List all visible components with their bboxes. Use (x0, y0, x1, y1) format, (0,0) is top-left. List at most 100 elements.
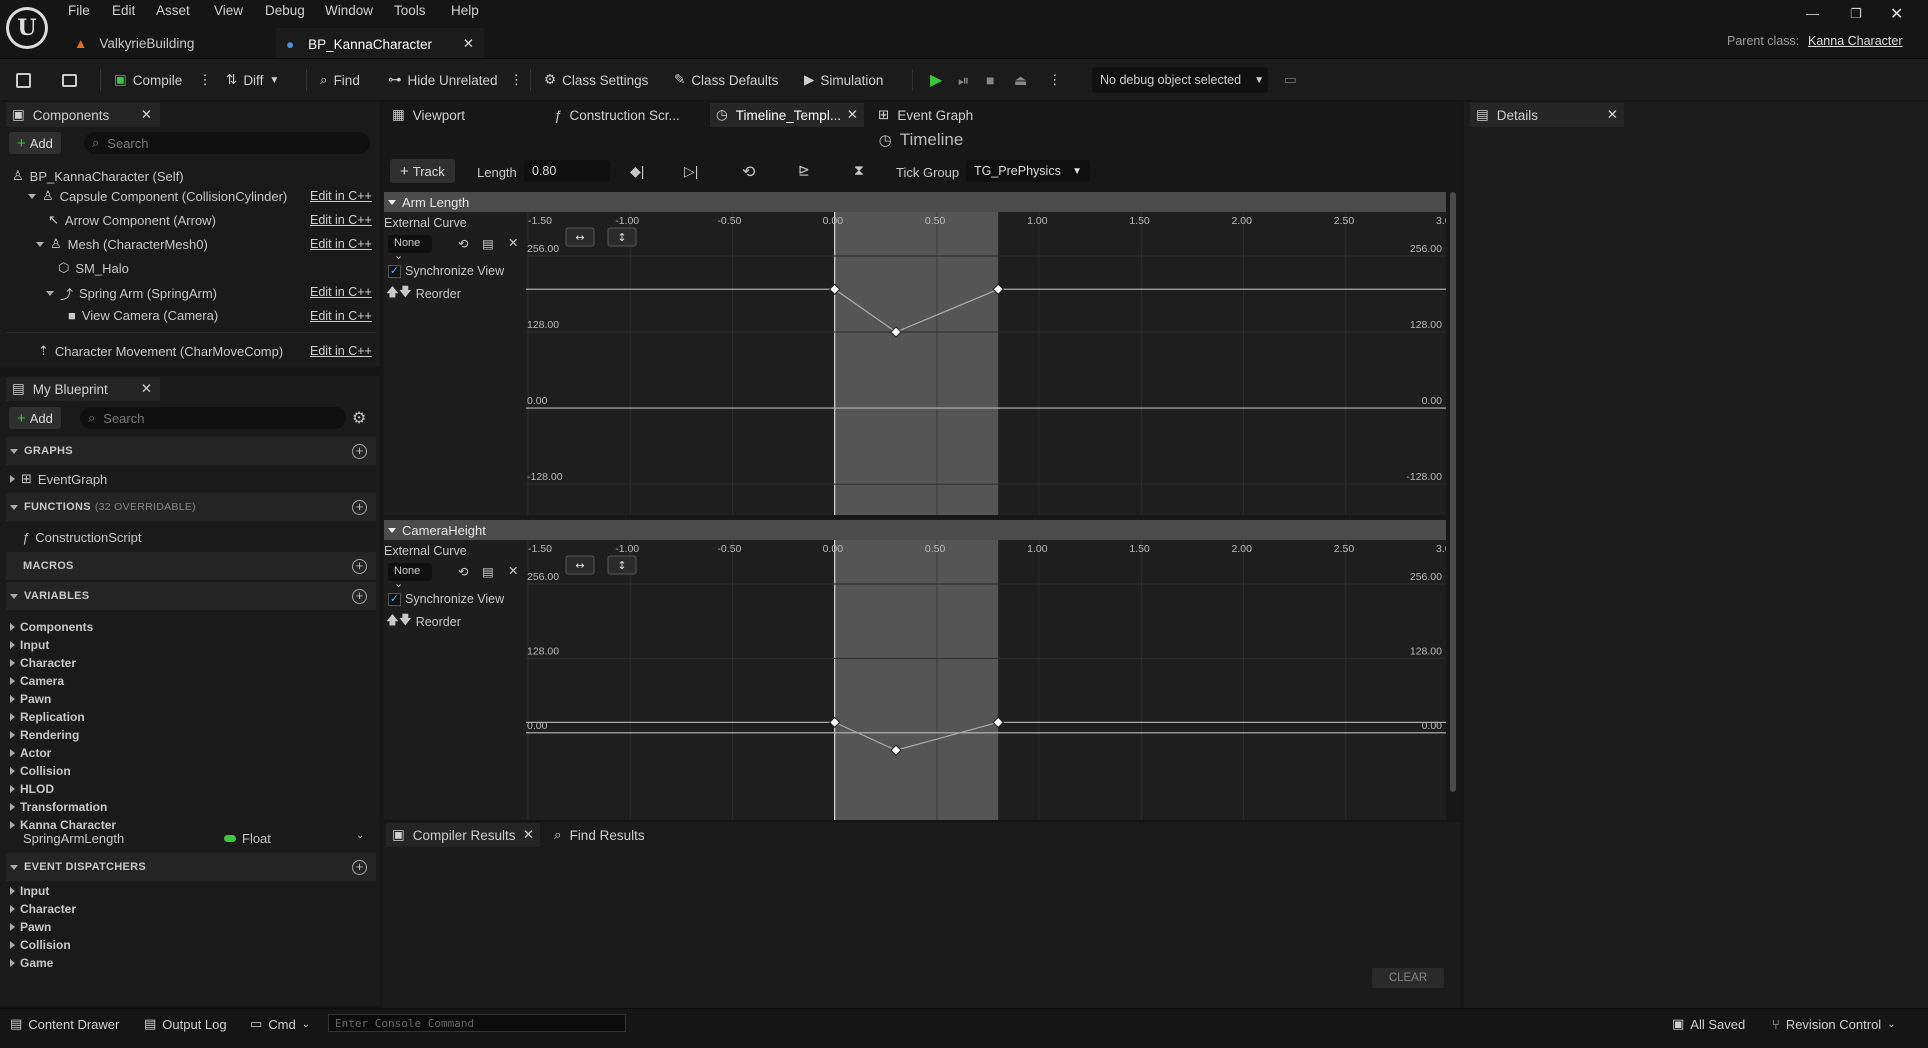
use-external-curve-icon[interactable]: ⟲ (458, 564, 468, 579)
minimize-button[interactable]: — (1806, 6, 1819, 21)
component-spring-arm[interactable]: ⤴ Spring Arm (SpringArm) (46, 284, 217, 303)
variable-category[interactable]: Replication (10, 710, 85, 724)
synchronize-view-checkbox[interactable]: ✓ Synchronize View (388, 592, 504, 606)
debug-object-dropdown[interactable]: No debug object selected ▼ (1092, 67, 1268, 93)
compile-button[interactable]: ▣ Compile ⋮ (110, 67, 216, 93)
component-sm-halo[interactable]: ⬡ SM_Halo (58, 260, 129, 276)
close-icon[interactable]: ✕ (523, 827, 534, 843)
dispatcher-category[interactable]: Character (10, 902, 76, 916)
variable-category[interactable]: Actor (10, 746, 51, 760)
more-icon[interactable]: ⋮ (510, 72, 524, 88)
length-input[interactable]: 0.80 (524, 160, 610, 182)
variable-category[interactable]: Components (10, 620, 93, 634)
dispatcher-category[interactable]: Collision (10, 938, 71, 952)
close-icon[interactable]: ✕ (141, 107, 152, 123)
construction-script-item[interactable]: ƒ ConstructionScript (22, 530, 141, 545)
add-graph-button[interactable]: + (352, 444, 367, 459)
variable-row[interactable]: SpringArmLength Float ⌄ (6, 829, 376, 849)
add-function-button[interactable]: + (352, 500, 367, 515)
output-log-button[interactable]: ▤ Output Log (144, 1010, 227, 1038)
create-curve-icon[interactable]: ▤ (482, 564, 494, 579)
edit-in-cpp-link[interactable]: Edit in C++ (310, 285, 372, 299)
menu-debug[interactable]: Debug (265, 3, 305, 18)
debug-filter-icon[interactable]: ▭ (1280, 67, 1301, 93)
component-arrow[interactable]: ↖ Arrow Component (Arrow) (48, 212, 216, 228)
event-graph-item[interactable]: ⊞ EventGraph (10, 471, 107, 487)
doc-tab-bp-kanna[interactable]: ● BP_KannaCharacter ✕ (276, 28, 484, 58)
component-self[interactable]: ♙ BP_KannaCharacter (Self) (12, 168, 184, 184)
curve-graph-arm-length[interactable]: 256.00 256.00 128.00 128.00 0.00 0.00 -128.00 -… (526, 212, 1446, 515)
find-button[interactable]: ⌕ Find (316, 67, 364, 93)
create-curve-icon[interactable]: ▤ (482, 236, 494, 251)
save-button[interactable] (12, 67, 35, 93)
stop-button[interactable]: ■ (982, 67, 998, 93)
more-icon[interactable]: ⋮ (1044, 67, 1066, 93)
my-blueprint-search[interactable]: ⌕ Search (80, 407, 346, 429)
reorder-control[interactable]: 🡅🡇 Reorder (386, 283, 461, 304)
variable-category[interactable]: Character (10, 656, 76, 670)
components-search[interactable]: ⌕ Search (84, 132, 370, 154)
use-external-curve-icon[interactable]: ⟲ (458, 236, 468, 251)
edit-in-cpp-link[interactable]: Edit in C++ (310, 237, 372, 251)
tab-event-graph[interactable]: ⊞ Event Graph (872, 103, 1026, 127)
replicated-icon[interactable]: ⊵ (798, 162, 810, 179)
doc-tab-valkyrie[interactable]: ▲ ValkyrieBuilding (64, 28, 274, 58)
clear-curve-icon[interactable]: ✕ (508, 563, 518, 578)
tab-viewport[interactable]: ▦ Viewport (386, 103, 540, 127)
add-member-button[interactable]: + Add (9, 407, 61, 429)
menu-window[interactable]: Window (325, 3, 373, 18)
content-drawer-button[interactable]: ▤ Content Drawer (10, 1010, 119, 1038)
close-icon[interactable]: ✕ (847, 107, 858, 123)
clear-button[interactable]: CLEAR (1372, 968, 1444, 988)
component-capsule[interactable]: ♙ Capsule Component (CollisionCylinder) (28, 188, 287, 204)
gear-icon[interactable]: ⚙ (352, 408, 366, 428)
variable-category[interactable]: HLOD (10, 782, 54, 796)
reorder-control[interactable]: 🡅🡇 Reorder (386, 611, 461, 632)
track-header-arm-length[interactable]: Arm Length (384, 192, 1446, 212)
revision-control-button[interactable]: ⑂ Revision Control ⌄ (1772, 1010, 1896, 1038)
close-icon[interactable]: ✕ (1607, 107, 1618, 123)
edit-in-cpp-link[interactable]: Edit in C++ (310, 189, 372, 203)
my-blueprint-tab[interactable]: ▤ My Blueprint ✕ (6, 377, 160, 401)
simulation-button[interactable]: ▶ Simulation (800, 67, 887, 93)
loop-icon[interactable]: ⟲ (742, 162, 755, 182)
components-tab[interactable]: ▣ Components ✕ (6, 103, 160, 127)
component-mesh[interactable]: ♙ Mesh (CharacterMesh0) (36, 236, 208, 252)
variable-category[interactable]: Pawn (10, 692, 51, 706)
tab-details[interactable]: ▤ Details ✕ (1470, 103, 1624, 127)
class-defaults-button[interactable]: ✎ Class Defaults (670, 67, 782, 93)
menu-help[interactable]: Help (451, 3, 479, 18)
add-component-button[interactable]: + Add (9, 132, 61, 154)
parent-class-link[interactable]: Kanna Character (1808, 34, 1903, 48)
timeline-scrollbar[interactable] (1450, 192, 1456, 792)
cmd-dropdown[interactable]: ▭ Cmd ⌄ (250, 1010, 310, 1038)
menu-view[interactable]: View (214, 3, 243, 18)
variable-category[interactable]: Rendering (10, 728, 79, 742)
class-settings-button[interactable]: ⚙ Class Settings (540, 67, 652, 93)
section-functions[interactable]: FUNCTIONS (32 OVERRIDABLE) (6, 493, 376, 521)
chevron-down-icon[interactable]: ⌄ (356, 830, 364, 841)
add-key-icon[interactable]: ◆| (630, 163, 644, 180)
edit-in-cpp-link[interactable]: Edit in C++ (310, 344, 372, 358)
hide-unrelated-button[interactable]: ⊶ Hide Unrelated ⋮ (384, 67, 527, 93)
variable-category[interactable]: Camera (10, 674, 64, 688)
browse-button[interactable] (58, 67, 81, 93)
dispatcher-category[interactable]: Pawn (10, 920, 51, 934)
add-track-button[interactable]: + Track (390, 159, 455, 183)
ignore-time-dilation-icon[interactable]: ⧗ (854, 162, 864, 179)
section-variables[interactable]: VARIABLES (6, 582, 376, 610)
close-icon[interactable]: ✕ (463, 36, 474, 52)
component-char-movement[interactable]: ⇡ Character Movement (CharMoveComp) (38, 343, 283, 359)
edit-in-cpp-link[interactable]: Edit in C++ (310, 213, 372, 227)
tab-compiler-results[interactable]: ▣ Compiler Results ✕ (386, 823, 540, 847)
close-window-button[interactable]: ✕ (1890, 4, 1903, 24)
edit-in-cpp-link[interactable]: Edit in C++ (310, 309, 372, 323)
section-macros[interactable]: MACROS (6, 552, 376, 580)
unreal-engine-logo[interactable]: U (6, 7, 48, 49)
diff-button[interactable]: ⇅ Diff ▼ (222, 67, 283, 93)
more-icon[interactable]: ⋮ (198, 72, 212, 88)
menu-edit[interactable]: Edit (112, 3, 135, 18)
tab-construction-script[interactable]: ƒ Construction Scr... (548, 103, 702, 127)
curve-graph-camera-height[interactable]: 256.00 256.00 128.00 128.00 0.00 0.00 -1.50 -1.… (526, 540, 1446, 820)
external-curve-dropdown[interactable]: None ⌄ (388, 563, 432, 590)
